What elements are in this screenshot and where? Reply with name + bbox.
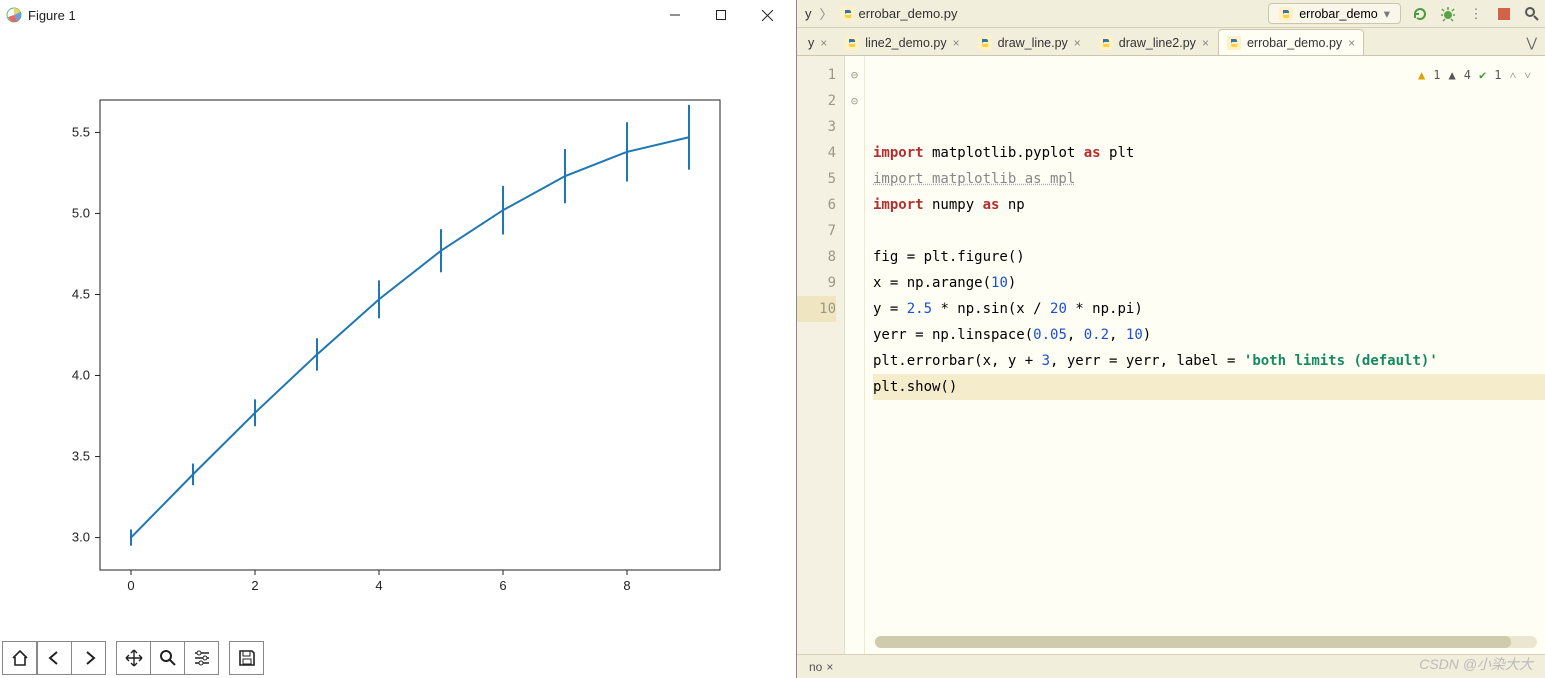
- search-icon[interactable]: [1523, 5, 1541, 23]
- code-line[interactable]: plt.show(): [873, 374, 1545, 400]
- code-line[interactable]: [873, 218, 1545, 244]
- code-line[interactable]: fig = plt.figure(): [873, 244, 1545, 270]
- code-line[interactable]: yerr = np.linspace(0.05, 0.2, 10): [873, 322, 1545, 348]
- code-line[interactable]: import numpy as np: [873, 192, 1545, 218]
- code-line[interactable]: import matplotlib as mpl: [873, 166, 1545, 192]
- figure-title: Figure 1: [28, 8, 76, 23]
- window-close-button[interactable]: [744, 0, 790, 30]
- horizontal-scrollbar[interactable]: [875, 636, 1537, 648]
- chevron-up-icon[interactable]: ˄: [1509, 62, 1516, 88]
- figure-titlebar[interactable]: Figure 1: [0, 0, 796, 30]
- scrollbar-thumb[interactable]: [875, 636, 1511, 648]
- window-minimize-button[interactable]: [652, 0, 698, 30]
- close-icon[interactable]: ×: [953, 36, 960, 50]
- tab-label: line2_demo.py: [865, 36, 946, 50]
- tab-label: errobar_demo.py: [1247, 36, 1342, 50]
- code-line[interactable]: plt.errorbar(x, y + 3, yerr = yerr, labe…: [873, 348, 1545, 374]
- breadcrumb-sep: 〉: [820, 4, 833, 23]
- svg-text:6: 6: [499, 578, 506, 593]
- editor-tab[interactable]: draw_line2.py ×: [1090, 29, 1218, 55]
- close-icon[interactable]: ×: [826, 660, 833, 674]
- code-line[interactable]: import matplotlib.pyplot as plt: [873, 140, 1545, 166]
- code-area[interactable]: ▲1 ▲4 ✔1 ˄ ˅ import matplotlib.pyplot as…: [865, 56, 1545, 654]
- warning-icon: ▲: [1418, 62, 1425, 88]
- figure-canvas[interactable]: 0 2 4 6 8 3.0 3.5 4.0 4.5 5.0 5.5: [0, 30, 796, 638]
- code-line[interactable]: x = np.arange(10): [873, 270, 1545, 296]
- inspection-widget[interactable]: ▲1 ▲4 ✔1 ˄ ˅: [1414, 60, 1535, 90]
- close-icon[interactable]: ×: [820, 36, 827, 50]
- svg-text:0: 0: [127, 578, 134, 593]
- svg-text:3.5: 3.5: [72, 449, 90, 464]
- editor-tab[interactable]: draw_line.py ×: [969, 29, 1090, 55]
- toolbar-zoom-button[interactable]: [151, 642, 185, 674]
- toolbar-forward-button[interactable]: [72, 642, 106, 674]
- python-file-icon: [841, 7, 855, 21]
- chevron-down-icon: ▾: [1384, 6, 1390, 21]
- close-icon[interactable]: ×: [1074, 36, 1081, 50]
- close-icon[interactable]: ×: [1202, 36, 1209, 50]
- python-file-icon: [1099, 36, 1113, 50]
- svg-text:3.0: 3.0: [72, 530, 90, 545]
- editor[interactable]: 12345678910 ⊖⊝ ▲1 ▲4 ✔1 ˄ ˅ import matpl…: [797, 56, 1545, 654]
- tab-label: draw_line2.py: [1119, 36, 1196, 50]
- tab-label: draw_line.py: [998, 36, 1068, 50]
- tab-label: y: [808, 36, 814, 50]
- python-file-icon: [1279, 7, 1293, 21]
- svg-text:8: 8: [623, 578, 630, 593]
- toolbar-configure-button[interactable]: [185, 642, 219, 674]
- svg-text:5.5: 5.5: [72, 124, 90, 139]
- figure-window: Figure 1 0 2 4 6 8 3.0 3.5 4.0 4.5 5.0 5.5: [0, 0, 797, 678]
- mpl-toolbar: [0, 638, 796, 678]
- bottom-tab[interactable]: no ×: [803, 658, 839, 676]
- errorbar-chart: 0 2 4 6 8 3.0 3.5 4.0 4.5 5.0 5.5: [0, 30, 797, 630]
- breadcrumb-item[interactable]: y: [801, 4, 816, 23]
- editor-tab[interactable]: line2_demo.py ×: [836, 29, 968, 55]
- run-config-selector[interactable]: errobar_demo ▾: [1268, 3, 1401, 24]
- weak-warning-icon: ▲: [1449, 62, 1456, 88]
- watermark: CSDN @小染大大: [1419, 654, 1533, 674]
- chevron-down-icon[interactable]: ˅: [1524, 62, 1531, 88]
- toolbar-save-button[interactable]: [230, 642, 264, 674]
- ide-pane: y 〉 errobar_demo.py errobar_demo ▾ ⋮ y×l…: [797, 0, 1545, 678]
- editor-tab[interactable]: y×: [799, 29, 836, 55]
- editor-tabs: y×line2_demo.py×draw_line.py×draw_line2.…: [797, 28, 1545, 56]
- stop-icon[interactable]: [1495, 5, 1513, 23]
- check-icon: ✔: [1479, 62, 1486, 88]
- svg-text:4.0: 4.0: [72, 368, 90, 383]
- toolbar-back-button[interactable]: [38, 642, 72, 674]
- code-line[interactable]: y = 2.5 * np.sin(x / 20 * np.pi): [873, 296, 1545, 322]
- close-icon[interactable]: ×: [1348, 36, 1355, 50]
- python-file-icon: [845, 36, 859, 50]
- python-file-icon: [1227, 36, 1241, 50]
- run-refresh-icon[interactable]: [1411, 5, 1429, 23]
- breadcrumb-file[interactable]: errobar_demo.py: [837, 4, 962, 23]
- svg-text:4: 4: [375, 578, 382, 593]
- debug-icon[interactable]: [1439, 5, 1457, 23]
- line-gutter[interactable]: 12345678910: [797, 56, 845, 654]
- bottom-tab-bar: no × CSDN @小染大大: [797, 654, 1545, 678]
- python-file-icon: [978, 36, 992, 50]
- svg-text:2: 2: [251, 578, 258, 593]
- svg-text:5.0: 5.0: [72, 205, 90, 220]
- window-maximize-button[interactable]: [698, 0, 744, 30]
- fold-column[interactable]: ⊖⊝: [845, 56, 865, 654]
- editor-tab[interactable]: errobar_demo.py ×: [1218, 29, 1364, 55]
- ide-topbar: y 〉 errobar_demo.py errobar_demo ▾ ⋮: [797, 0, 1545, 28]
- tabs-more-icon[interactable]: ⋁: [1518, 31, 1545, 55]
- more-run-icon[interactable]: ⋮: [1467, 5, 1485, 23]
- toolbar-home-button[interactable]: [3, 642, 37, 674]
- matplotlib-icon: [6, 7, 22, 23]
- svg-text:4.5: 4.5: [72, 286, 90, 301]
- toolbar-pan-button[interactable]: [117, 642, 151, 674]
